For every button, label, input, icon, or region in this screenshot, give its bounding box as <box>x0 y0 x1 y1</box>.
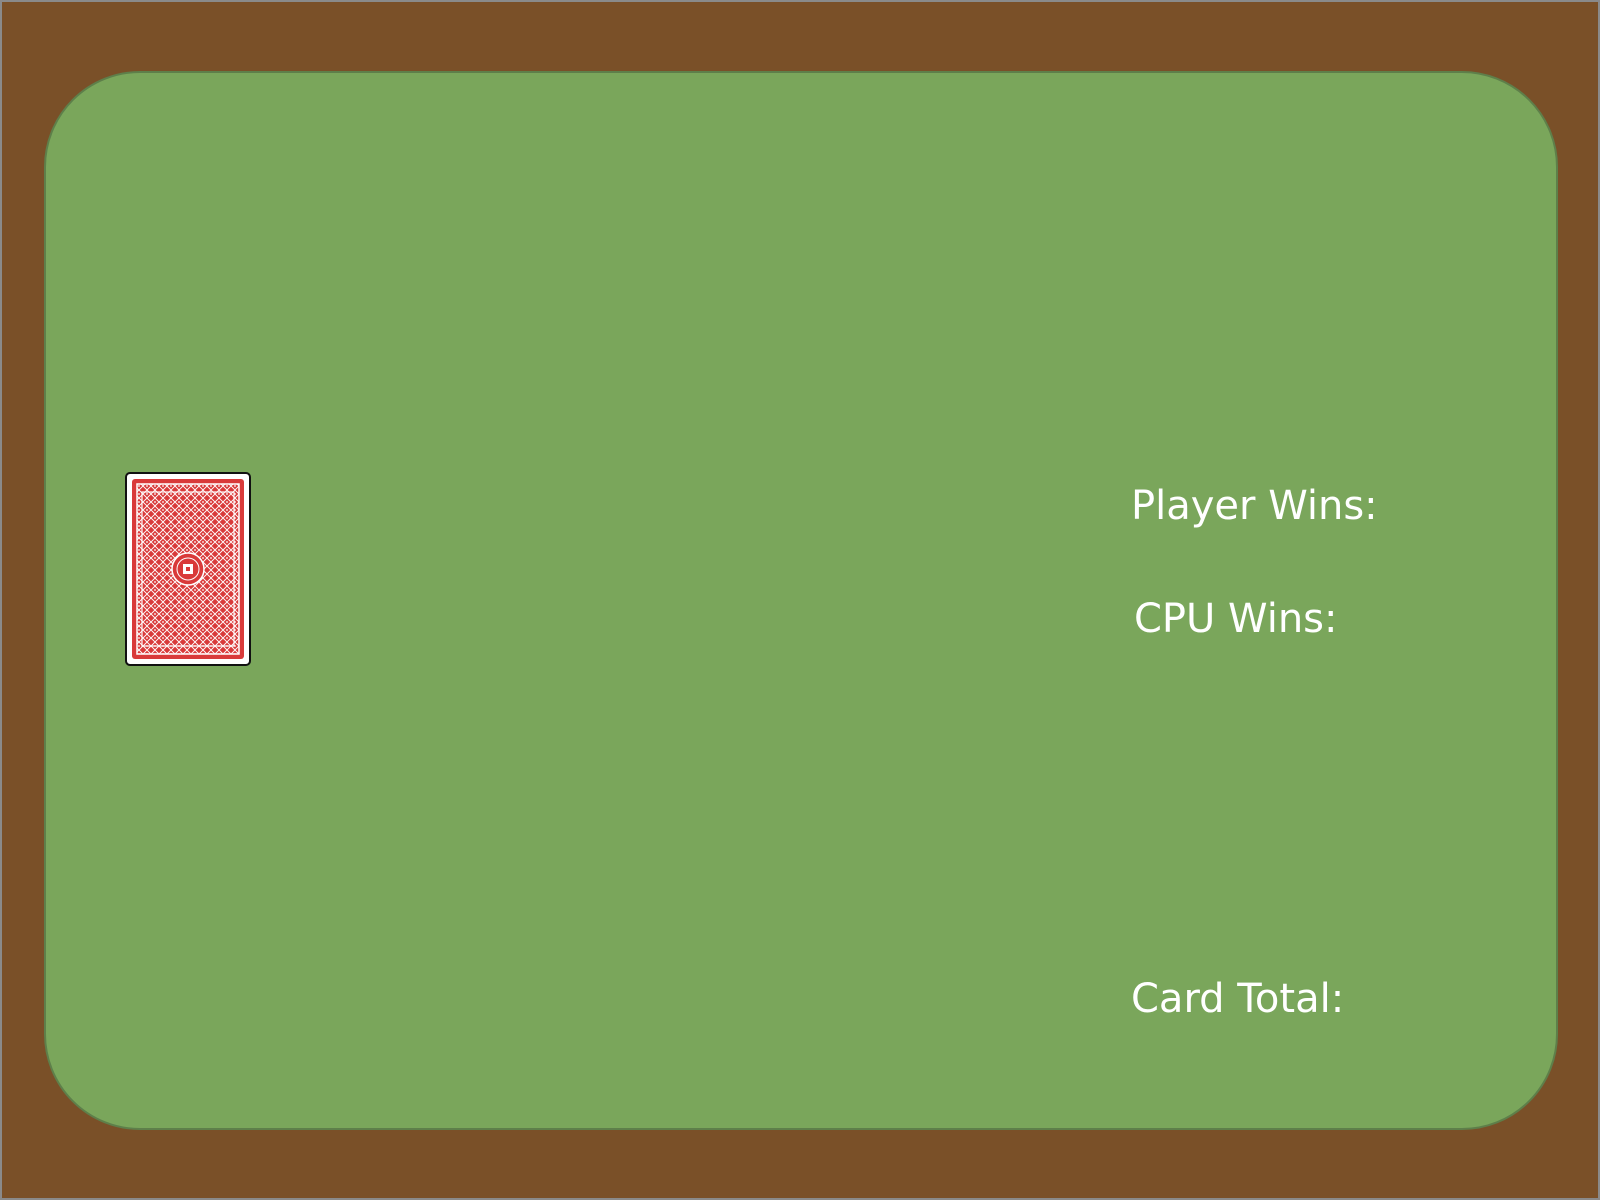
cpu-wins-label: CPU Wins: <box>1134 596 1338 642</box>
card-total-label: Card Total: <box>1131 976 1345 1022</box>
player-wins-label: Player Wins: <box>1131 483 1378 529</box>
draw-deck[interactable] <box>125 472 251 666</box>
card-back-icon <box>132 479 244 659</box>
